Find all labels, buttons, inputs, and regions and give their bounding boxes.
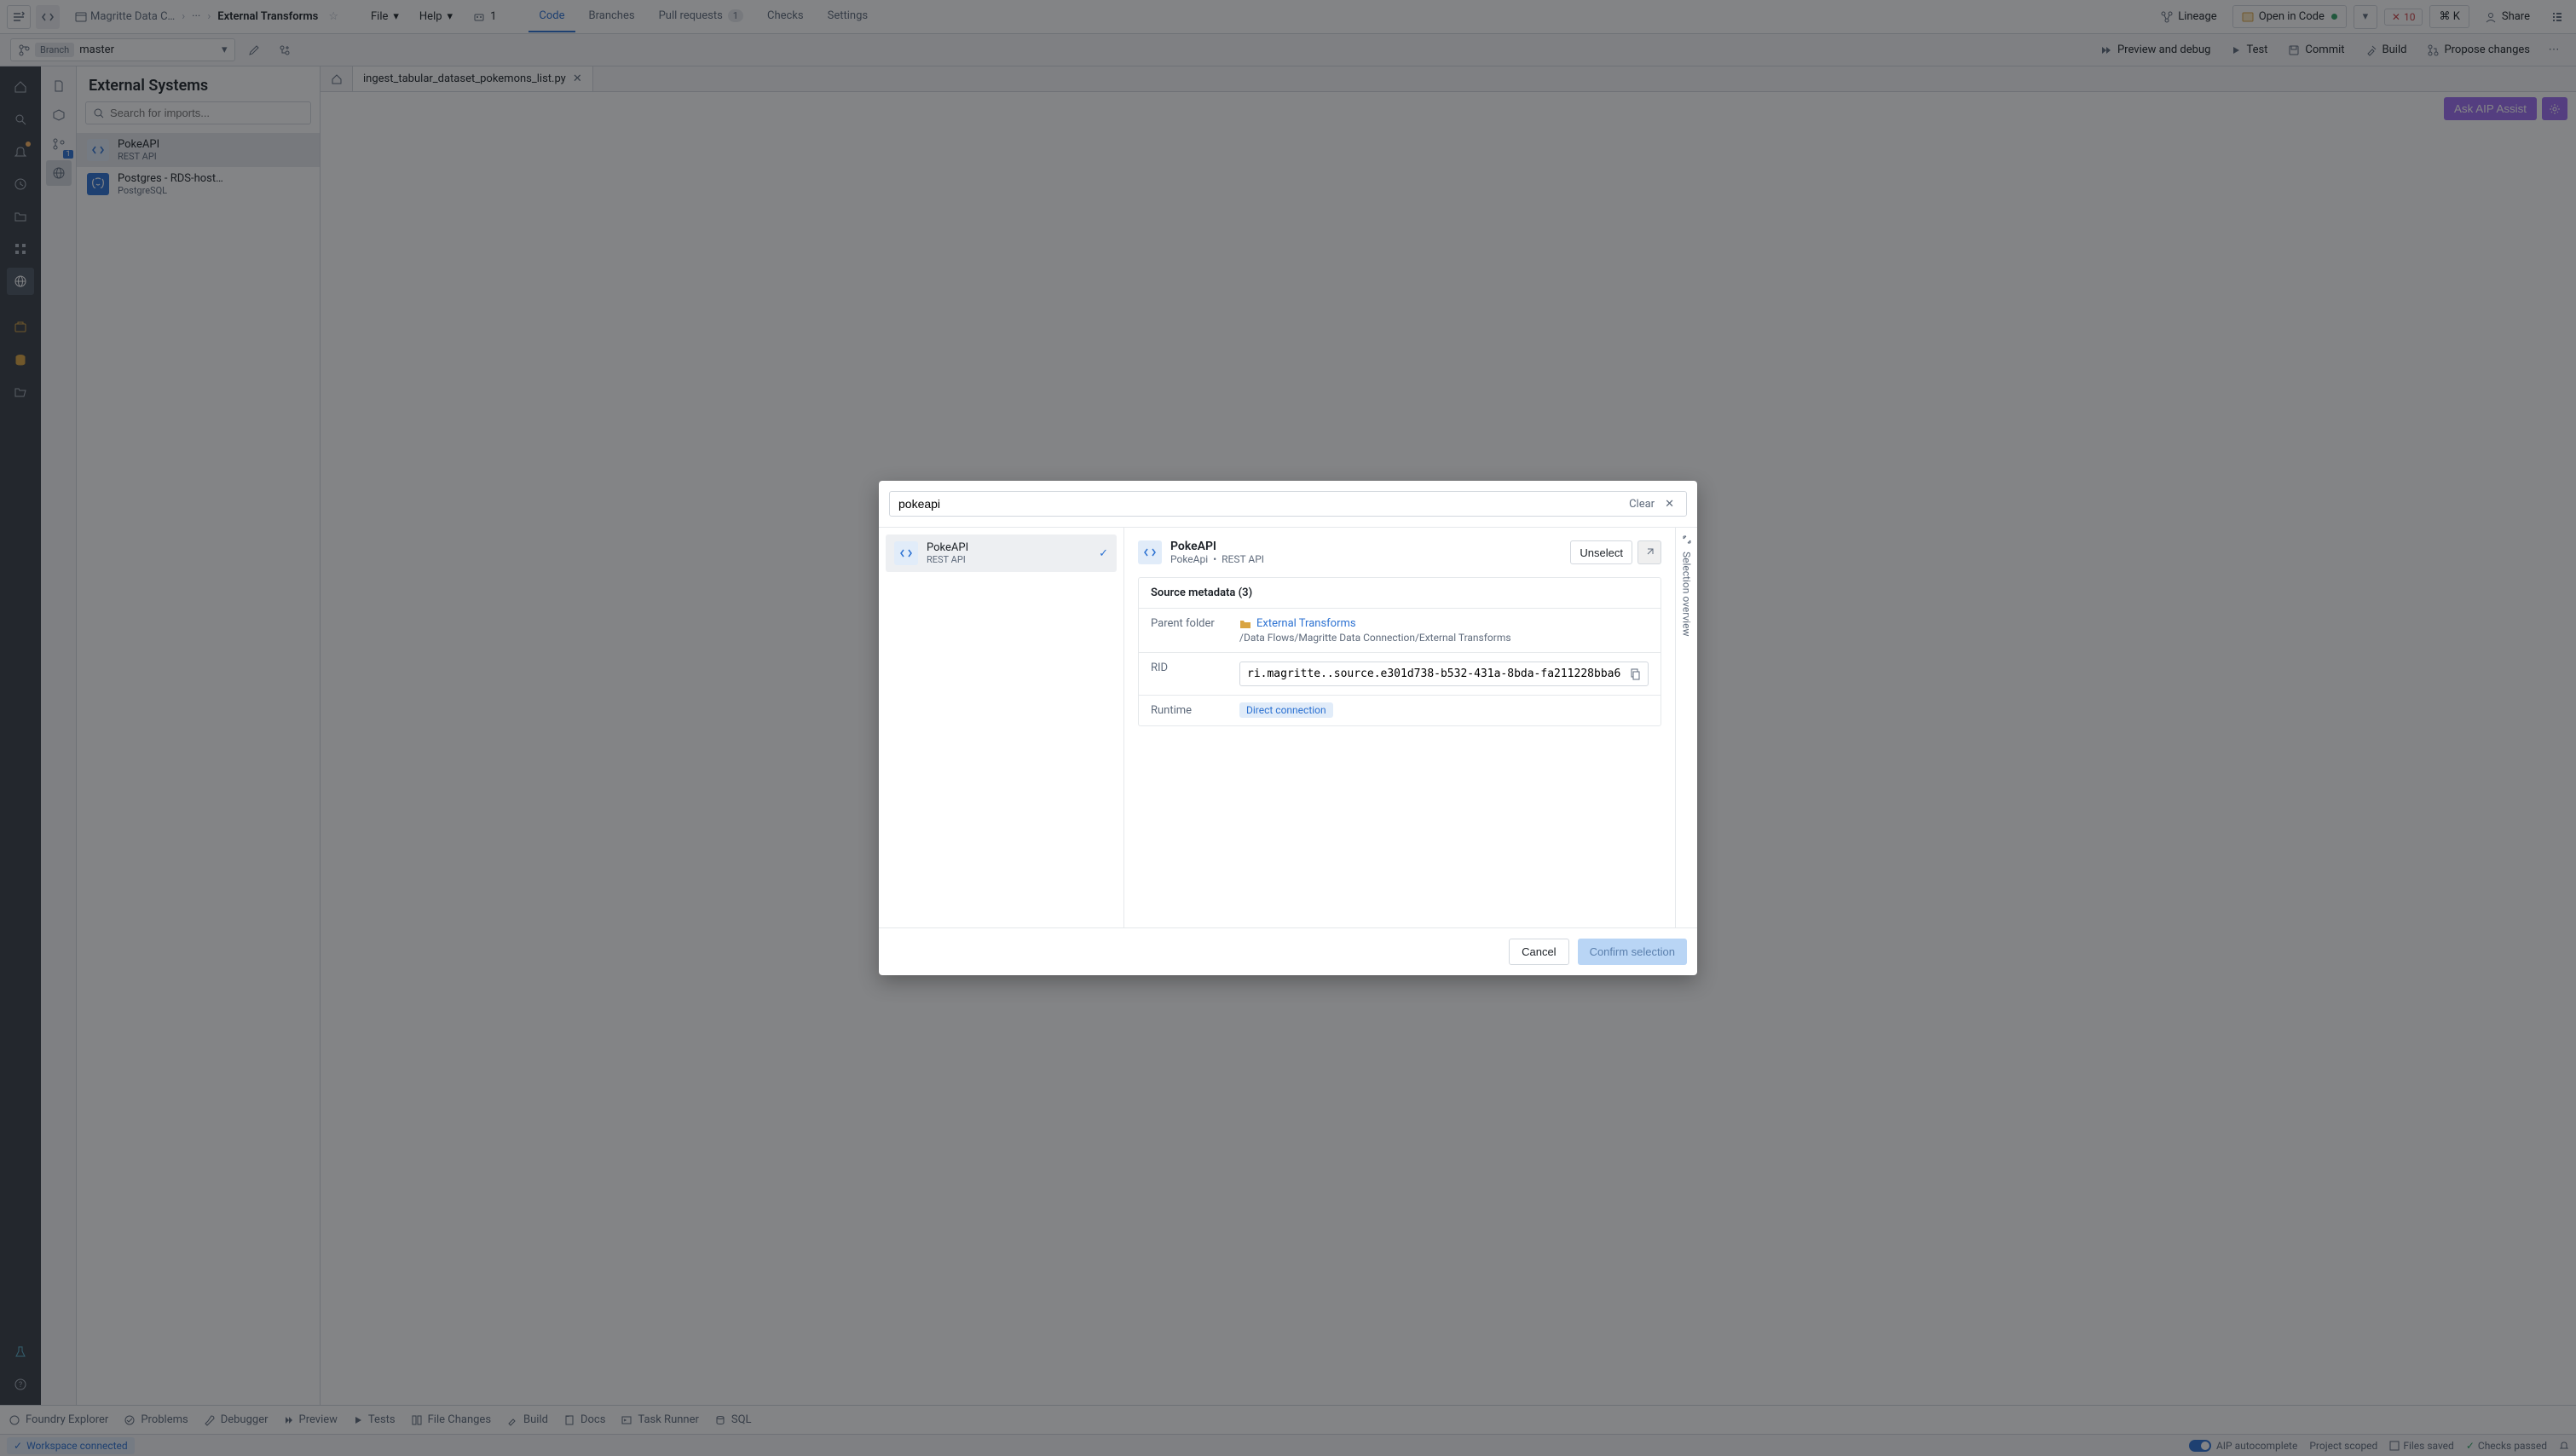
- parent-folder-link[interactable]: External Transforms: [1256, 617, 1356, 630]
- result-name: PokeAPI: [927, 541, 968, 554]
- unselect-button[interactable]: Unselect: [1570, 540, 1632, 564]
- modal-search-input[interactable]: [898, 497, 1622, 511]
- api-icon: [1138, 540, 1162, 564]
- rid-label: RID: [1151, 662, 1227, 674]
- api-icon: [894, 541, 918, 565]
- metadata-card-title: Source metadata (3): [1139, 578, 1661, 609]
- parent-folder-path: /Data Flows/Magritte Data Connection/Ext…: [1239, 632, 1649, 644]
- results-list: PokeAPI REST API ✓: [879, 528, 1124, 927]
- copy-icon[interactable]: [1629, 668, 1641, 680]
- detail-title: PokeAPI: [1170, 540, 1264, 553]
- close-icon[interactable]: ✕: [1661, 498, 1678, 511]
- runtime-label: Runtime: [1151, 704, 1227, 717]
- rid-value[interactable]: [1247, 667, 1624, 680]
- clear-button[interactable]: Clear: [1629, 498, 1655, 511]
- result-sub: REST API: [927, 554, 968, 565]
- expand-icon[interactable]: [1682, 534, 1692, 545]
- modal-overlay: Clear ✕ PokeAPI REST API ✓: [0, 0, 2576, 1456]
- confirm-selection-button[interactable]: Confirm selection: [1578, 939, 1687, 965]
- folder-icon: [1239, 618, 1251, 630]
- check-icon: ✓: [1099, 547, 1108, 560]
- result-item-pokeapi[interactable]: PokeAPI REST API ✓: [886, 534, 1117, 572]
- parent-folder-label: Parent folder: [1151, 617, 1227, 630]
- selection-overview-label[interactable]: Selection overview: [1681, 552, 1693, 636]
- cancel-button[interactable]: Cancel: [1509, 939, 1568, 965]
- open-external-icon[interactable]: [1637, 540, 1661, 564]
- runtime-tag: Direct connection: [1239, 702, 1333, 718]
- source-selector-modal: Clear ✕ PokeAPI REST API ✓: [879, 481, 1697, 975]
